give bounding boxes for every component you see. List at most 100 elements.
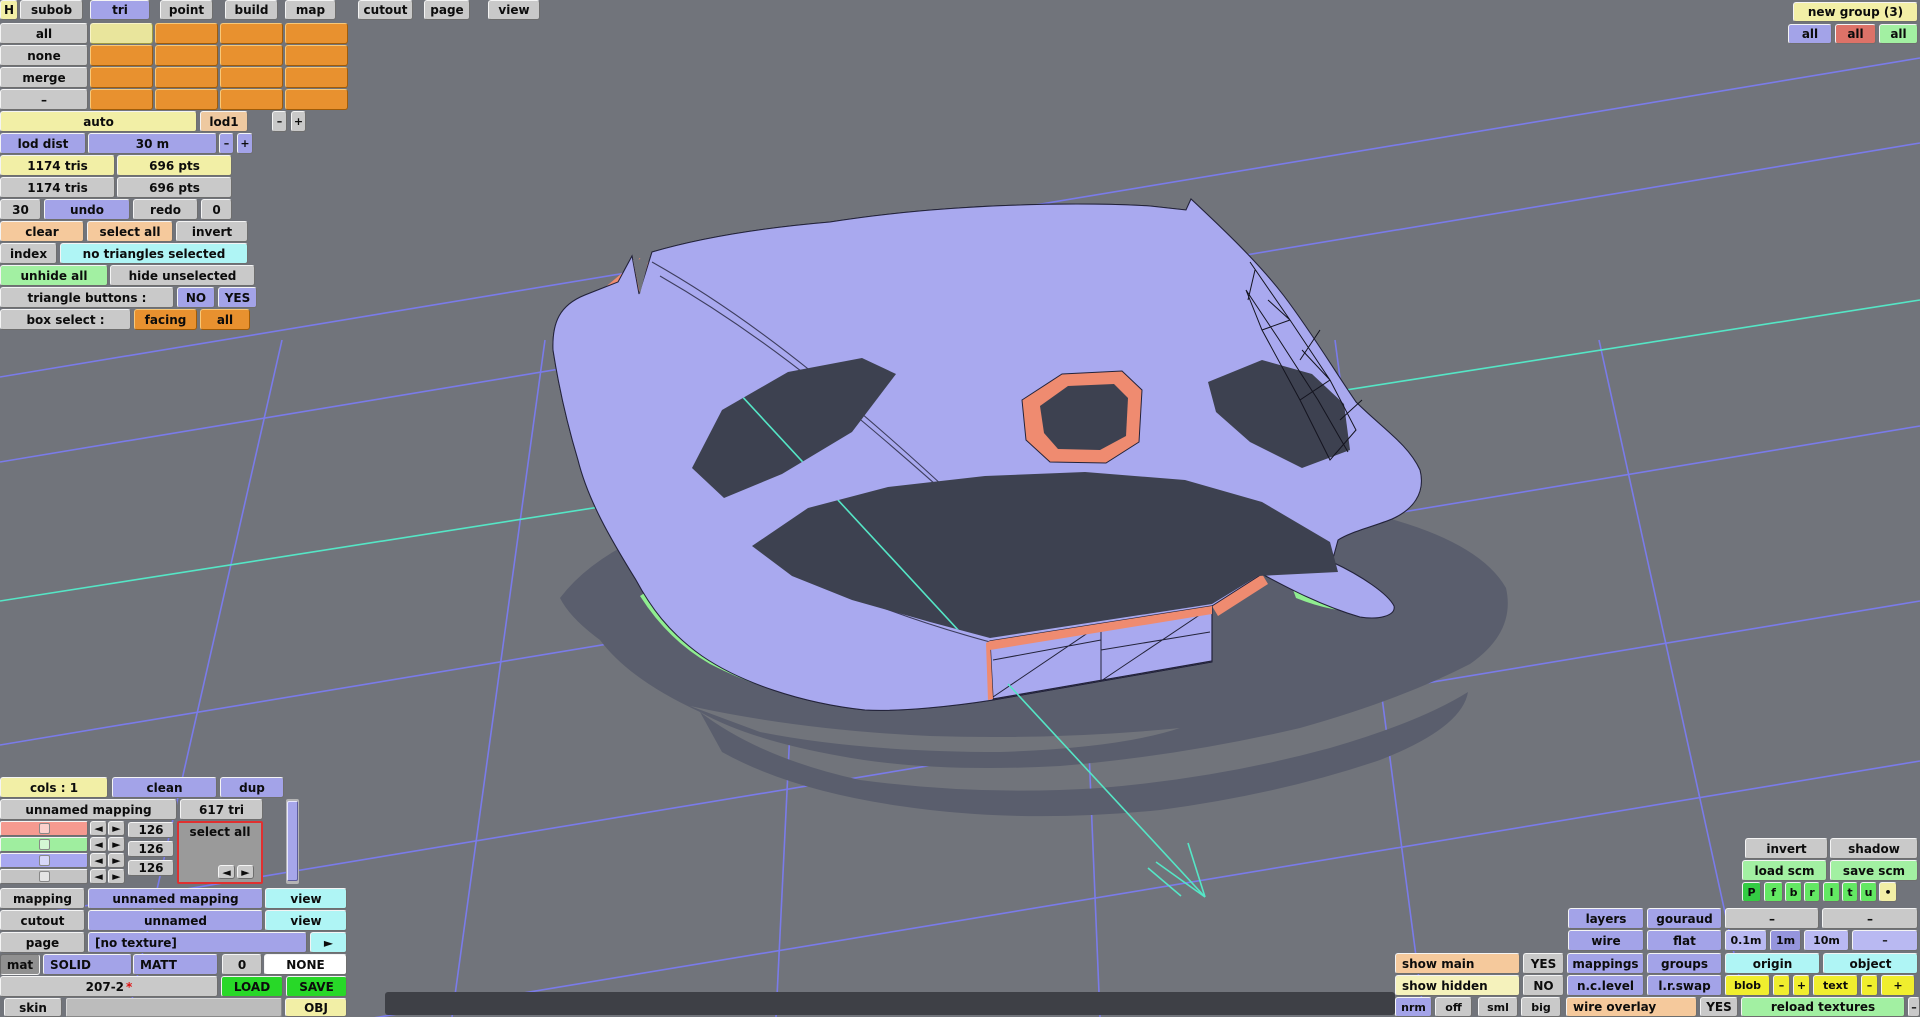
origin-button[interactable]: origin — [1725, 953, 1820, 974]
slider-blue[interactable] — [0, 853, 88, 868]
arrow-right-button[interactable]: ► — [108, 853, 125, 868]
grid-cell-tri-all[interactable] — [90, 23, 153, 44]
cutout-view-button[interactable]: view — [265, 910, 347, 931]
menu-view[interactable]: view — [488, 0, 540, 20]
snap-1m-button[interactable]: 1m — [1770, 930, 1801, 951]
lod-dist-minus-button[interactable]: – — [219, 133, 234, 154]
end-dash-button[interactable]: – — [1908, 997, 1920, 1017]
color-scrollbar-thumb[interactable] — [287, 801, 298, 881]
object-button[interactable]: object — [1823, 953, 1918, 974]
bottom-scrollbar[interactable] — [385, 992, 1395, 1015]
index-button[interactable]: index — [0, 243, 57, 264]
wire-overlay-button[interactable]: wire overlay — [1566, 997, 1697, 1017]
reload-textures-button[interactable]: reload textures — [1741, 997, 1905, 1017]
grid-cell[interactable] — [220, 23, 283, 44]
group-all-green[interactable]: all — [1879, 24, 1918, 44]
blob-minus-button[interactable]: – — [1773, 975, 1790, 996]
layers-button[interactable]: layers — [1568, 908, 1644, 929]
unhide-all-button[interactable]: unhide all — [0, 265, 108, 286]
row-dash-button[interactable]: – — [0, 89, 88, 110]
menu-h[interactable]: H — [0, 0, 18, 20]
shadow-button[interactable]: shadow — [1830, 838, 1918, 859]
value-green[interactable]: 126 — [128, 841, 174, 857]
arrow-right-button[interactable]: ► — [108, 869, 125, 884]
nrm-button[interactable]: nrm — [1395, 997, 1432, 1017]
grid-cell[interactable] — [285, 23, 348, 44]
load-button[interactable]: LOAD — [221, 976, 283, 997]
show-hidden-no[interactable]: NO — [1523, 975, 1564, 996]
page-value[interactable]: [no texture] — [88, 932, 307, 953]
menu-tri[interactable]: tri — [90, 0, 150, 20]
undo-button[interactable]: undo — [44, 199, 130, 220]
group-all-purple[interactable]: all — [1788, 24, 1832, 44]
value-red[interactable]: 126 — [128, 822, 174, 838]
grid-cell[interactable] — [155, 89, 218, 110]
arrow-right-button[interactable]: ► — [237, 865, 254, 879]
slider-red[interactable] — [0, 821, 88, 836]
flag-u-button[interactable]: u — [1860, 882, 1877, 902]
grid-cell[interactable] — [155, 45, 218, 66]
groups-button[interactable]: groups — [1647, 953, 1722, 974]
menu-map[interactable]: map — [285, 0, 336, 20]
lod-minus-button[interactable]: – — [272, 111, 287, 132]
grid-cell[interactable] — [285, 45, 348, 66]
text-button[interactable]: text — [1813, 975, 1858, 996]
triangle-buttons-no[interactable]: NO — [177, 287, 215, 308]
mapping-value[interactable]: unnamed mapping — [88, 888, 263, 909]
flag-l-button[interactable]: l — [1823, 882, 1840, 902]
grid-cell[interactable] — [155, 67, 218, 88]
page-next-icon[interactable]: ► — [310, 932, 347, 953]
arrow-left-button[interactable]: ◄ — [90, 853, 107, 868]
value-blue[interactable]: 126 — [128, 860, 174, 876]
lod-plus-button[interactable]: + — [291, 111, 306, 132]
flag-t-button[interactable]: t — [1842, 882, 1858, 902]
nrm-big-button[interactable]: big — [1521, 997, 1561, 1017]
grid-cell[interactable] — [220, 67, 283, 88]
dash-button[interactable]: – — [1725, 908, 1819, 929]
row-all-button[interactable]: all — [0, 23, 88, 44]
menu-subob[interactable]: subob — [20, 0, 83, 20]
menu-build[interactable]: build — [225, 0, 278, 20]
mat-solid-button[interactable]: SOLID — [43, 954, 132, 975]
snap-01m-button[interactable]: 0.1m — [1725, 930, 1767, 951]
show-main-yes[interactable]: YES — [1523, 953, 1564, 974]
redo-button[interactable]: redo — [133, 199, 198, 220]
box-select-all[interactable]: all — [200, 309, 250, 330]
row-merge-button[interactable]: merge — [0, 67, 88, 88]
color-scrollbar[interactable] — [286, 799, 299, 884]
dash-button[interactable]: – — [1822, 908, 1918, 929]
wire-overlay-yes[interactable]: YES — [1700, 997, 1738, 1017]
mapping-view-button[interactable]: view — [265, 888, 347, 909]
arrow-right-button[interactable]: ► — [108, 821, 125, 836]
arrow-left-button[interactable]: ◄ — [90, 869, 107, 884]
menu-point[interactable]: point — [160, 0, 213, 20]
arrow-left-button[interactable]: ◄ — [90, 837, 107, 852]
clean-button[interactable]: clean — [112, 777, 217, 798]
flag-dot-button[interactable]: • — [1879, 882, 1897, 902]
save-scm-button[interactable]: save scm — [1830, 860, 1918, 881]
show-hidden-button[interactable]: show hidden — [1395, 975, 1520, 996]
box-select-facing[interactable]: facing — [134, 309, 197, 330]
grid-cell[interactable] — [155, 23, 218, 44]
grid-cell[interactable] — [90, 45, 153, 66]
group-all-red[interactable]: all — [1835, 24, 1876, 44]
grid-cell[interactable] — [220, 45, 283, 66]
text-plus-button[interactable]: + — [1881, 975, 1915, 996]
grid-cell[interactable] — [90, 89, 153, 110]
show-main-button[interactable]: show main — [1395, 953, 1520, 974]
nc-level-button[interactable]: n.c.level — [1567, 975, 1644, 996]
lod1-button[interactable]: lod1 — [200, 111, 248, 132]
hide-unselected-button[interactable]: hide unselected — [110, 265, 255, 286]
nrm-sml-button[interactable]: sml — [1478, 997, 1518, 1017]
menu-page[interactable]: page — [424, 0, 470, 20]
save-button[interactable]: SAVE — [286, 976, 347, 997]
slider-green[interactable] — [0, 837, 88, 852]
mappings-button[interactable]: mappings — [1567, 953, 1644, 974]
load-scm-button[interactable]: load scm — [1742, 860, 1827, 881]
gouraud-button[interactable]: gouraud — [1647, 908, 1722, 929]
skin-bar[interactable] — [66, 998, 282, 1017]
text-minus-button[interactable]: – — [1861, 975, 1878, 996]
flat-button[interactable]: flat — [1647, 930, 1722, 951]
flag-r-button[interactable]: r — [1804, 882, 1820, 902]
lr-swap-button[interactable]: l.r.swap — [1647, 975, 1722, 996]
